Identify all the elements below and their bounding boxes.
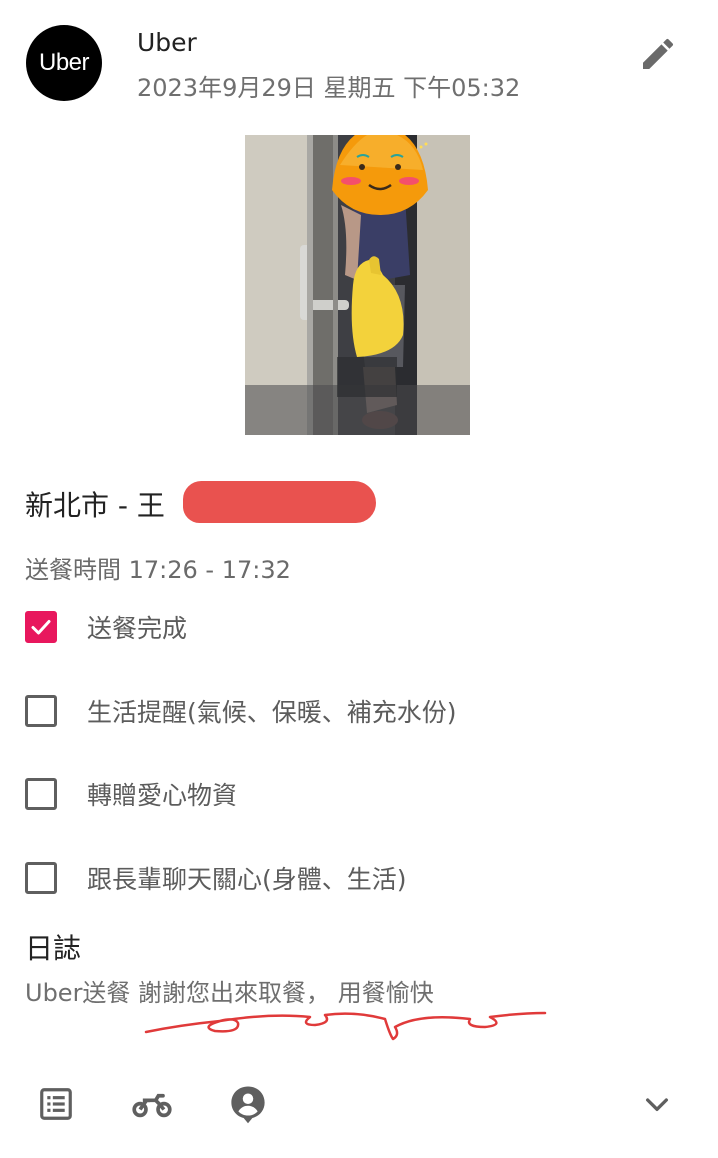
expand-button[interactable]	[635, 1082, 679, 1126]
person-pin-icon	[231, 1086, 265, 1124]
checkbox-label: 送餐完成	[87, 614, 188, 643]
checkbox-unchecked[interactable]	[25, 778, 57, 810]
sender-name: Uber	[137, 28, 197, 57]
underline-scribble	[144, 1011, 547, 1041]
checkbox-unchecked[interactable]	[25, 862, 57, 894]
edit-button[interactable]	[634, 30, 682, 78]
checkbox-gift-supplies[interactable]: 轉贈愛心物資	[25, 774, 237, 814]
motorcycle-icon	[132, 1093, 172, 1118]
journal-title: 日誌	[25, 932, 82, 965]
emoji-sticker	[332, 135, 428, 215]
delivery-mode-button[interactable]	[130, 1082, 174, 1126]
delivery-photo[interactable]	[245, 135, 470, 435]
checkbox-label: 生活提醒(氣候、保暖、補充水份)	[87, 698, 457, 727]
check-icon	[31, 620, 51, 635]
avatar[interactable]: Uber	[26, 25, 102, 101]
checkbox-unchecked[interactable]	[25, 695, 57, 727]
place-title: 新北市 - 王	[25, 489, 165, 522]
checkbox-delivery-complete[interactable]: 送餐完成	[25, 607, 187, 647]
checkbox-label: 跟長輩聊天關心(身體、生活)	[87, 865, 407, 894]
post-header: Uber Uber 2023年9月29日 星期五 下午05:32	[0, 0, 718, 110]
delivery-time: 送餐時間 17:26 - 17:32	[25, 556, 291, 584]
checkbox-chat-elders[interactable]: 跟長輩聊天關心(身體、生活)	[25, 858, 407, 898]
pencil-icon	[643, 38, 674, 69]
list-icon	[40, 1088, 72, 1120]
redaction-mark	[183, 481, 376, 523]
list-button[interactable]	[34, 1082, 78, 1126]
chevron-down-icon	[646, 1098, 668, 1111]
timestamp: 2023年9月29日 星期五 下午05:32	[137, 74, 521, 102]
checkbox-checked[interactable]	[25, 611, 57, 643]
bottom-toolbar	[0, 1070, 718, 1140]
checkbox-label: 轉贈愛心物資	[87, 781, 238, 810]
contact-button[interactable]	[226, 1082, 270, 1126]
journal-text: Uber送餐 謝謝您出來取餐， 用餐愉快	[25, 979, 434, 1007]
checkbox-life-reminder[interactable]: 生活提醒(氣候、保暖、補充水份)	[25, 691, 457, 731]
